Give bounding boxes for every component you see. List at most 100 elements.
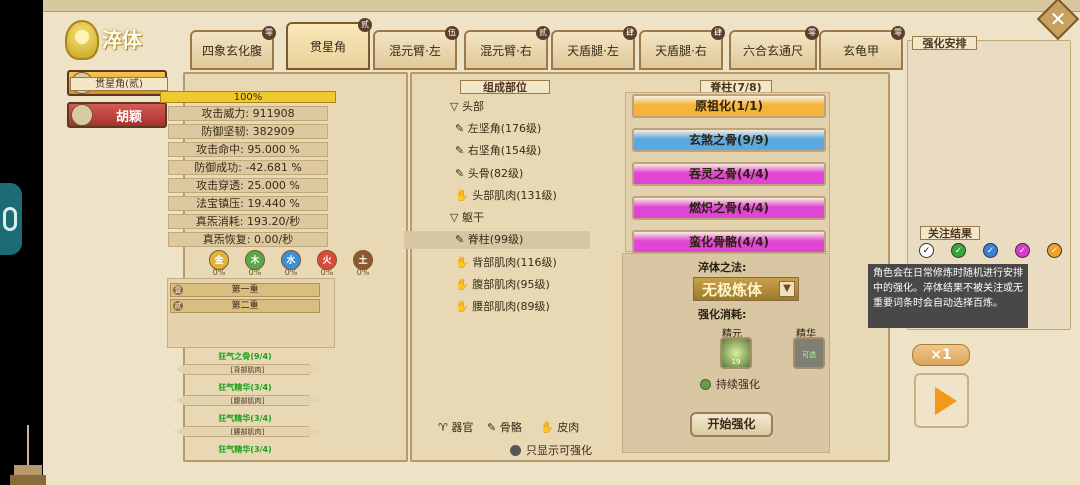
legend-label: 骨骼 (499, 421, 522, 434)
tree-item[interactable]: ✎ 头骨(82级) (455, 165, 523, 181)
play-button[interactable] (914, 373, 969, 428)
page-title: 淬体 (65, 20, 165, 62)
tree-item[interactable]: ✎ 脊柱(99级) (455, 231, 523, 247)
tree-item-label: 头部 (461, 100, 484, 113)
tab-4[interactable]: 混元臂·右贰 (464, 26, 550, 70)
tree-item-label: 躯干 (461, 211, 484, 224)
element-value: 0% (248, 268, 262, 277)
stat-row: 攻击威力: 911908 (168, 106, 328, 121)
radio-icon (510, 444, 521, 456)
legend-skin[interactable]: ✋ 皮肉 (540, 419, 579, 435)
requirement-title: 狂气精华(3/4) (218, 445, 272, 454)
tree-item[interactable]: ✎ 右坚角(154级) (455, 142, 541, 158)
tree-item[interactable]: ✋ 头部肌肉(131级) (455, 187, 557, 203)
tree-item-label: 头骨(82级) (467, 167, 524, 180)
element-value: 0% (356, 268, 370, 277)
tab-label: 贯星角 (309, 39, 346, 54)
skin-icon: ✋ (455, 300, 473, 313)
floating-assist-button[interactable] (0, 183, 22, 255)
bone-icon: ✎ (455, 144, 468, 157)
tab-3[interactable]: 混元臂·左伍 (373, 26, 459, 70)
spine-item[interactable]: 吞灵之骨(4/4) (632, 162, 826, 186)
tab-badge: 伍 (445, 26, 459, 40)
tree-item-label: 左坚角(176级) (467, 122, 542, 135)
skin-icon: ✋ (455, 256, 473, 269)
layer-num: 壹 (173, 285, 183, 295)
tree-item[interactable]: ✎ 左坚角(176级) (455, 120, 541, 136)
check-icon (700, 378, 711, 390)
element-value: 0% (212, 268, 226, 277)
tree-item[interactable]: ✋ 腰部肌肉(89级) (455, 298, 550, 314)
tab-badge: 零 (262, 26, 276, 40)
spine-item[interactable]: 玄煞之骨(9/9) (632, 128, 826, 152)
tab-5[interactable]: 天盾腿·左肆 (551, 26, 637, 70)
focus-checkbox[interactable]: ✓ (951, 243, 966, 258)
screen: 淬体 小赵 胡颖 ✕ 四象玄化腹零贯星角贰混元臂·左伍混元臂·右贰天盾腿·左肆天… (0, 0, 1080, 485)
top-strip (43, 0, 1080, 12)
checkbox-label: 持续强化 (716, 378, 760, 391)
method-value: 无极炼体 (702, 280, 763, 299)
tab-badge: 肆 (711, 26, 725, 40)
avatar (71, 104, 93, 126)
part-title: 贯星角(贰) (70, 77, 168, 91)
tree-item[interactable]: ▽ 头部 (450, 98, 484, 114)
element-5-icon: 土 (353, 250, 373, 270)
tab-label: 玄龟甲 (842, 43, 879, 58)
bone-icon: ✎ (455, 122, 468, 135)
method-select[interactable]: 无极炼体 ▼ (693, 277, 799, 301)
element-value: 0% (284, 268, 298, 277)
focus-checkbox[interactable]: ✓ (1047, 243, 1062, 258)
stat-row: 防御坚韧: 382909 (168, 124, 328, 139)
stat-row: 真炁恢复: 0.00/秒 (168, 232, 328, 247)
tree-item[interactable]: ✋ 背部肌肉(116级) (455, 254, 557, 270)
seal-icon (65, 20, 99, 60)
essence2-icon[interactable]: 可选 (793, 337, 825, 369)
spine-item[interactable]: 蛮化骨骼(4/4) (632, 230, 826, 254)
focus-title: 关注结果 (920, 226, 980, 240)
only-show-toggle[interactable]: 只显示可强化 (510, 442, 592, 458)
spine-item[interactable]: 燃炽之骨(4/4) (632, 196, 826, 220)
layer-1[interactable]: 壹 第一重 (170, 283, 320, 297)
close-icon: ✕ (1049, 7, 1067, 31)
chevron-down-icon: ▼ (779, 281, 795, 297)
tab-label: 混元臂·左 (389, 43, 441, 58)
tab-7[interactable]: 六合玄通尺零 (729, 26, 819, 70)
tree-item-label: 背部肌肉(116级) (472, 256, 557, 269)
focus-checkbox[interactable]: ✓ (1015, 243, 1030, 258)
stat-row: 真炁消耗: 193.20/秒 (168, 214, 328, 229)
requirement-part: [腹部肌肉] (175, 395, 320, 406)
tab-badge: 贰 (358, 18, 372, 32)
legend-bone[interactable]: ✎ 骨骼 (487, 419, 522, 435)
tab-8[interactable]: 玄龟甲零 (819, 26, 905, 70)
info-note: 角色会在日常修炼时随机进行安排中的强化。淬体结果不被关注或无重要词条时会自动选择… (868, 264, 1028, 328)
tree-item[interactable]: ▽ 躯干 (450, 209, 484, 225)
tab-label: 天盾腿·右 (655, 43, 707, 58)
tab-2[interactable]: 贯星角贰 (286, 18, 372, 70)
start-refine-button[interactable]: 开始强化 (690, 412, 773, 437)
assist-icon (3, 207, 17, 231)
toggle-label: 只显示可强化 (526, 444, 592, 457)
character-button-2[interactable]: 胡颖 (67, 102, 167, 128)
requirement-title: 狂气之骨(9/4) (218, 352, 272, 361)
spine-item[interactable]: 原祖化(1/1) (632, 94, 826, 118)
continuous-checkbox[interactable]: 持续强化 (700, 376, 760, 392)
tab-label: 混元臂·右 (480, 43, 532, 58)
requirement-part: [腰部肌肉] (175, 426, 320, 437)
focus-checkbox[interactable]: ✓ (919, 243, 934, 258)
multiplier-button[interactable]: ×1 (912, 344, 970, 366)
skin-icon: ✋ (455, 189, 473, 202)
element-1-icon: 金 (209, 250, 229, 270)
legend-organ[interactable]: ♈ 器官 (438, 419, 473, 435)
stat-row: 攻击命中: 95.000 % (168, 142, 328, 157)
tree-item[interactable]: ✋ 腹部肌肉(95级) (455, 276, 550, 292)
focus-checkbox[interactable]: ✓ (983, 243, 998, 258)
layer-2[interactable]: 贰 第二重 (170, 299, 320, 313)
essence-icon[interactable]: 19 (720, 337, 752, 369)
tab-badge: 肆 (623, 26, 637, 40)
tab-6[interactable]: 天盾腿·右肆 (639, 26, 725, 70)
cost-value: 19 (731, 358, 741, 366)
tab-1[interactable]: 四象玄化腹零 (190, 26, 276, 70)
tab-label: 四象玄化腹 (201, 43, 262, 58)
requirement-title: 狂气精华(3/4) (218, 414, 272, 423)
tab-badge: 零 (805, 26, 819, 40)
